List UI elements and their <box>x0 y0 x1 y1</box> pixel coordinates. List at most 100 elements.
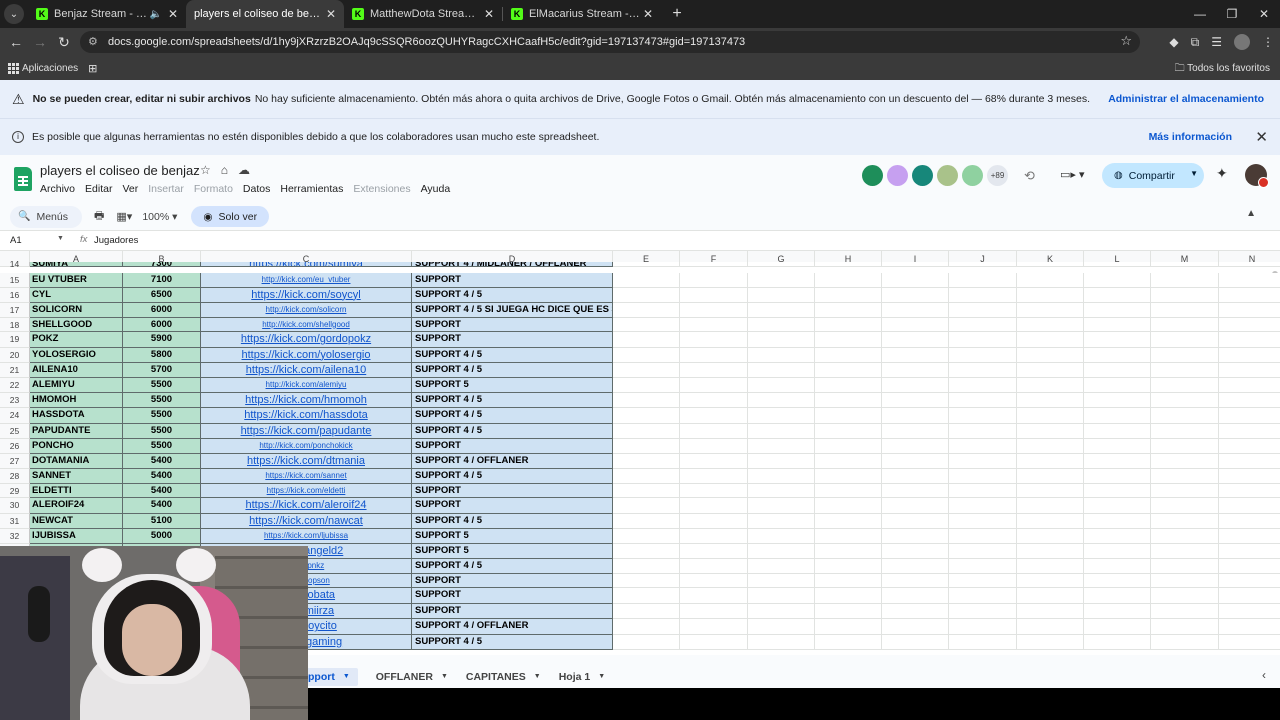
empty-cell[interactable] <box>748 439 815 454</box>
empty-cell[interactable] <box>1151 619 1219 635</box>
empty-cell[interactable] <box>1219 317 1280 333</box>
empty-cell[interactable] <box>1219 453 1280 470</box>
manage-storage-link[interactable]: Administrar el almacenamiento <box>1108 93 1264 105</box>
empty-cell[interactable] <box>1017 543 1084 560</box>
empty-cell[interactable] <box>1084 588 1151 604</box>
sheet-tab[interactable]: pport ▼ <box>300 667 358 686</box>
site-info-icon[interactable]: ⚙ <box>88 35 102 49</box>
empty-cell[interactable] <box>1017 393 1084 409</box>
empty-cell[interactable] <box>613 619 680 635</box>
empty-cell[interactable] <box>1084 634 1151 650</box>
player-name-cell[interactable]: SHELLGOOD <box>30 317 123 333</box>
kick-link-cell[interactable]: http://kick.com/solicorn <box>201 303 412 318</box>
empty-cell[interactable] <box>680 483 748 499</box>
empty-cell[interactable] <box>748 262 815 267</box>
role-cell[interactable]: SUPPORT 4 / 5 <box>412 393 613 409</box>
search-menus[interactable]: 🔍 Menús <box>10 205 82 228</box>
empty-cell[interactable] <box>815 439 882 454</box>
empty-cell[interactable] <box>1017 408 1084 424</box>
back-icon[interactable]: ← <box>4 34 28 50</box>
extensions-puzzle-icon[interactable]: ⧉ <box>1191 35 1200 50</box>
mmr-cell[interactable]: 5000 <box>123 529 201 544</box>
more-collaborators[interactable]: +89 <box>987 165 1008 186</box>
empty-cell[interactable] <box>815 378 882 393</box>
empty-cell[interactable] <box>1017 347 1084 363</box>
mmr-cell[interactable]: 7300 <box>123 262 201 267</box>
empty-cell[interactable] <box>1219 378 1280 393</box>
empty-cell[interactable] <box>613 332 680 348</box>
player-name-cell[interactable]: AILENA10 <box>30 363 123 379</box>
menu-item-ver[interactable]: Ver <box>122 183 138 195</box>
empty-cell[interactable] <box>949 453 1017 470</box>
browser-tab[interactable]: K Benjaz Stream - Watch Live🔈 ✕ <box>28 0 186 28</box>
row-number[interactable]: 26 <box>0 439 30 454</box>
role-cell[interactable]: SUPPORT 4 / 5 <box>412 347 613 363</box>
player-name-cell[interactable]: DOTAMANIA <box>30 453 123 470</box>
sheets-logo-icon[interactable] <box>14 167 32 191</box>
close-tab-icon[interactable]: ✕ <box>641 7 655 21</box>
empty-cell[interactable] <box>949 634 1017 650</box>
kick-link-cell[interactable]: https://kick.com/papudante <box>201 423 412 440</box>
empty-cell[interactable] <box>815 363 882 379</box>
kick-link-cell[interactable]: http://kick.com/shellgood <box>201 317 412 333</box>
empty-cell[interactable] <box>1017 588 1084 604</box>
empty-cell[interactable] <box>1017 559 1084 574</box>
empty-cell[interactable] <box>680 603 748 620</box>
kick-link-cell[interactable]: https://kick.com/soycyl <box>201 287 412 303</box>
role-cell[interactable]: SUPPORT 4 / 5 <box>412 469 613 484</box>
mmr-cell[interactable]: 6000 <box>123 303 201 318</box>
move-folder-icon[interactable]: ⌂ <box>221 163 228 177</box>
empty-cell[interactable] <box>949 262 1017 267</box>
empty-cell[interactable] <box>1084 498 1151 514</box>
empty-cell[interactable] <box>680 588 748 604</box>
role-cell[interactable]: SUPPORT 4 / 5 <box>412 559 613 574</box>
role-cell[interactable]: SUPPORT 4 / 5 <box>412 408 613 424</box>
empty-cell[interactable] <box>882 332 949 348</box>
empty-cell[interactable] <box>882 559 949 574</box>
empty-cell[interactable] <box>949 378 1017 393</box>
player-name-cell[interactable]: SOLICORN <box>30 303 123 318</box>
empty-cell[interactable] <box>1151 559 1219 574</box>
player-name-cell[interactable]: IJUBISSA <box>30 529 123 544</box>
caret-down-icon[interactable]: ▼ <box>534 673 541 680</box>
empty-cell[interactable] <box>613 262 680 267</box>
empty-cell[interactable] <box>1151 498 1219 514</box>
empty-cell[interactable] <box>882 262 949 267</box>
row-number[interactable]: 30 <box>0 498 30 514</box>
browser-tab[interactable]: ▦players el coliseo de benjaz - H✕ <box>186 0 344 92</box>
empty-cell[interactable] <box>1219 498 1280 514</box>
empty-cell[interactable] <box>1219 529 1280 544</box>
new-tab-icon[interactable]: + <box>665 5 689 23</box>
player-name-cell[interactable]: HMOMOH <box>30 393 123 409</box>
empty-cell[interactable] <box>949 619 1017 635</box>
empty-cell[interactable] <box>680 469 748 484</box>
empty-cell[interactable] <box>1084 559 1151 574</box>
empty-cell[interactable] <box>613 393 680 409</box>
player-name-cell[interactable]: SUMIYA <box>30 262 123 267</box>
mmr-cell[interactable]: 7100 <box>123 273 201 288</box>
empty-cell[interactable] <box>680 303 748 318</box>
empty-cell[interactable] <box>1017 498 1084 514</box>
row-number[interactable]: 18 <box>0 317 30 333</box>
row-number[interactable]: 32 <box>0 529 30 544</box>
empty-cell[interactable] <box>613 529 680 544</box>
player-name-cell[interactable]: YOLOSERGIO <box>30 347 123 363</box>
mmr-cell[interactable]: 5500 <box>123 423 201 440</box>
empty-cell[interactable] <box>748 619 815 635</box>
empty-cell[interactable] <box>1084 262 1151 267</box>
empty-cell[interactable] <box>1219 363 1280 379</box>
empty-cell[interactable] <box>1151 588 1219 604</box>
empty-cell[interactable] <box>680 573 748 589</box>
empty-cell[interactable] <box>1017 332 1084 348</box>
empty-cell[interactable] <box>748 573 815 589</box>
empty-cell[interactable] <box>748 529 815 544</box>
empty-cell[interactable] <box>882 573 949 589</box>
empty-cell[interactable] <box>1084 469 1151 484</box>
empty-cell[interactable] <box>613 483 680 499</box>
empty-cell[interactable] <box>1151 513 1219 530</box>
empty-cell[interactable] <box>815 513 882 530</box>
empty-cell[interactable] <box>882 423 949 440</box>
mmr-cell[interactable]: 5400 <box>123 469 201 484</box>
empty-cell[interactable] <box>1151 469 1219 484</box>
caret-down-icon[interactable]: ▼ <box>343 673 350 680</box>
